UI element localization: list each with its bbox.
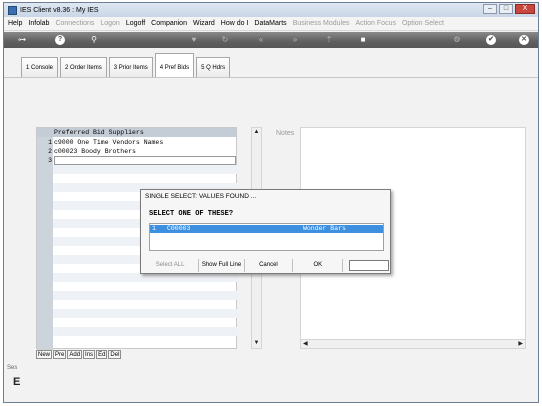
notes-horizontal-scrollbar[interactable]: ◀ ▶ bbox=[301, 339, 525, 348]
stop-icon[interactable]: ■ bbox=[356, 34, 370, 46]
previous-button[interactable]: Pre bbox=[53, 350, 67, 359]
settings-icon[interactable]: ⚙ bbox=[450, 34, 464, 46]
ok-button[interactable]: OK bbox=[293, 258, 344, 272]
favourite-icon[interactable]: ♥ bbox=[187, 34, 201, 46]
dialog-title: SINGLE SELECT: VALUES FOUND ... bbox=[145, 193, 257, 200]
cancel-button[interactable]: Cancel bbox=[245, 258, 294, 272]
tab-console[interactable]: 1 Console bbox=[21, 57, 59, 77]
tab-prior-items[interactable]: 3 Prior Items bbox=[108, 57, 153, 77]
minimize-button[interactable]: – bbox=[483, 4, 497, 14]
menu-help[interactable]: Help bbox=[8, 20, 22, 27]
close-icon[interactable]: ✕ bbox=[519, 35, 529, 45]
app-window: IES Client v8.36 : My IES – □ X Help Inf… bbox=[3, 2, 539, 403]
maximize-button[interactable]: □ bbox=[499, 4, 513, 14]
grid-stripe bbox=[53, 165, 238, 174]
table-row[interactable]: 2 c00023 Boody Brothers bbox=[37, 147, 236, 156]
search-icon[interactable]: ⚲ bbox=[87, 34, 101, 46]
row-number: 3 bbox=[48, 157, 52, 164]
grid-header: Preferred Bid Suppliers bbox=[37, 128, 236, 137]
menu-connections[interactable]: Connections bbox=[55, 20, 94, 27]
menu-companion[interactable]: Companion bbox=[151, 20, 187, 27]
window-title: IES Client v8.36 : My IES bbox=[20, 6, 99, 14]
tab-pref-bids[interactable]: 4 Pref Bids bbox=[154, 53, 195, 77]
scroll-right-icon[interactable]: ▶ bbox=[518, 340, 523, 349]
grid-stripe bbox=[53, 327, 238, 336]
forward-icon[interactable]: » bbox=[288, 34, 302, 46]
up-icon[interactable]: ⇡ bbox=[322, 34, 336, 46]
notes-label: Notes bbox=[276, 130, 295, 137]
toolbar: ⊶ ? ⚲ ♥ ↻ « » ⇡ ■ ⚙ ✔ ✕ bbox=[4, 32, 538, 48]
row-number: 1 bbox=[48, 139, 52, 146]
help-icon[interactable]: ? bbox=[55, 35, 65, 45]
menu-bar: Help Infolab Connections Logon Logoff Co… bbox=[4, 17, 538, 31]
new-button[interactable]: New bbox=[36, 350, 53, 359]
table-row[interactable]: 1 c9000 One Time Vendors Names bbox=[37, 138, 236, 147]
menu-action-focus[interactable]: Action Focus bbox=[356, 20, 396, 27]
ok-icon[interactable]: ✔ bbox=[486, 35, 496, 45]
menu-how-do-i[interactable]: How do I bbox=[221, 20, 249, 27]
dialog-prompt: SELECT ONE OF THESE? bbox=[149, 210, 234, 218]
row-number: 2 bbox=[48, 148, 52, 155]
menu-logoff[interactable]: Logoff bbox=[126, 20, 145, 27]
insert-button[interactable]: Ins bbox=[83, 350, 96, 359]
add-button[interactable]: Add bbox=[67, 350, 83, 359]
menu-wizard[interactable]: Wizard bbox=[193, 20, 215, 27]
back-icon[interactable]: « bbox=[254, 34, 268, 46]
scroll-up-icon[interactable]: ▲ bbox=[252, 128, 261, 137]
grid-stripe bbox=[53, 273, 238, 282]
row-text: c9000 One Time Vendors Names bbox=[54, 139, 164, 146]
refresh-icon[interactable]: ↻ bbox=[218, 34, 232, 46]
tab-strip: 1 Console 2 Order Items 3 Prior Items 4 … bbox=[21, 53, 232, 77]
values-list[interactable]: 1 C00003 Wonder Bars bbox=[149, 223, 384, 251]
tab-order-items[interactable]: 2 Order Items bbox=[60, 57, 107, 77]
menu-infolab[interactable]: Infolab bbox=[28, 20, 49, 27]
delete-button[interactable]: Del bbox=[108, 350, 122, 359]
tab-divider bbox=[4, 77, 538, 78]
dialog-input-field[interactable] bbox=[349, 259, 389, 271]
menu-option-select[interactable]: Option Select bbox=[402, 20, 444, 27]
single-select-dialog: SINGLE SELECT: VALUES FOUND ... SELECT O… bbox=[140, 189, 391, 274]
list-item[interactable]: 1 C00003 Wonder Bars bbox=[150, 225, 383, 233]
left-panel-icon[interactable]: E bbox=[13, 376, 20, 388]
grid-stripe bbox=[53, 291, 238, 300]
tab-q-hdrs[interactable]: 5 Q Hdrs bbox=[196, 57, 231, 77]
scroll-down-icon[interactable]: ▼ bbox=[252, 339, 261, 348]
scroll-left-icon[interactable]: ◀ bbox=[303, 340, 308, 349]
menu-datamarts[interactable]: DataMarts bbox=[254, 20, 286, 27]
select-all-button[interactable]: Select ALL bbox=[142, 258, 200, 272]
list-item-name: Wonder Bars bbox=[303, 225, 346, 232]
close-window-button[interactable]: X bbox=[515, 4, 535, 14]
show-full-line-button[interactable]: Show Full Line bbox=[199, 258, 245, 272]
grid-stripe bbox=[53, 309, 238, 318]
dialog-button-bar: Select ALL Show Full Line Cancel OK bbox=[142, 258, 389, 272]
menu-business-modules[interactable]: Business Modules bbox=[293, 20, 350, 27]
menu-logon[interactable]: Logon bbox=[100, 20, 119, 27]
edit-cell-input[interactable] bbox=[54, 156, 236, 165]
key-icon[interactable]: ⊶ bbox=[12, 34, 32, 46]
title-bar[interactable]: IES Client v8.36 : My IES – □ X bbox=[4, 3, 538, 17]
app-icon bbox=[8, 5, 17, 15]
row-text: c00023 Boody Brothers bbox=[54, 148, 136, 155]
list-item-number: 1 bbox=[152, 225, 156, 232]
edit-button[interactable]: Ed bbox=[96, 350, 108, 359]
left-panel-label: Ses bbox=[7, 365, 18, 371]
row-number-column bbox=[37, 137, 53, 350]
grid-button-bar: New Pre Add Ins Ed Del bbox=[36, 350, 122, 359]
list-item-code: C00003 bbox=[167, 225, 191, 232]
